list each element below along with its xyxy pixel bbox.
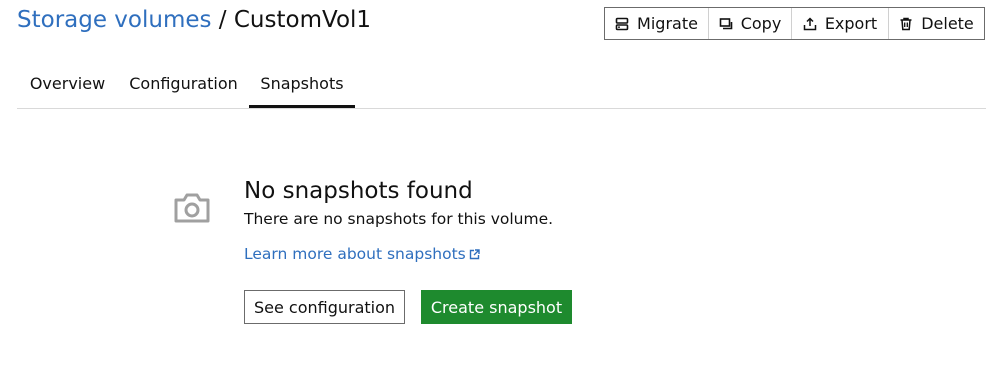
delete-label: Delete (921, 14, 974, 33)
tab-configuration[interactable]: Configuration (118, 67, 249, 107)
export-icon (803, 16, 817, 30)
create-snapshot-button[interactable]: Create snapshot (421, 290, 572, 324)
learn-more-label: Learn more about snapshots (244, 245, 466, 263)
external-link-icon (469, 248, 480, 259)
breadcrumb-storage-volumes[interactable]: Storage volumes (17, 7, 212, 33)
learn-more-link[interactable]: Learn more about snapshots (244, 243, 480, 265)
breadcrumb-separator: / (211, 7, 234, 33)
export-button[interactable]: Export (792, 8, 889, 39)
delete-icon (900, 17, 912, 30)
breadcrumb-current: CustomVol1 (233, 7, 372, 33)
see-configuration-button[interactable]: See configuration (244, 290, 405, 324)
tab-bar: Overview Configuration Snapshots (17, 67, 986, 109)
volume-actions-toolbar: Migrate Copy Export Delete (604, 7, 985, 40)
migrate-button[interactable]: Migrate (605, 8, 709, 39)
export-label: Export (824, 14, 878, 33)
tab-snapshots[interactable]: Snapshots (249, 67, 355, 108)
tab-overview[interactable]: Overview (17, 67, 118, 107)
empty-state-title: No snapshots found (244, 178, 473, 204)
copy-label: Copy (740, 14, 782, 33)
delete-button[interactable]: Delete (889, 8, 984, 39)
copy-icon (719, 17, 733, 29)
page-title: Storage volumes / CustomVol1 (17, 5, 371, 35)
camera-icon (174, 193, 210, 223)
copy-button[interactable]: Copy (709, 8, 792, 39)
empty-state-description: There are no snapshots for this volume. (244, 210, 554, 228)
migrate-icon (615, 17, 629, 30)
migrate-label: Migrate (637, 14, 698, 33)
